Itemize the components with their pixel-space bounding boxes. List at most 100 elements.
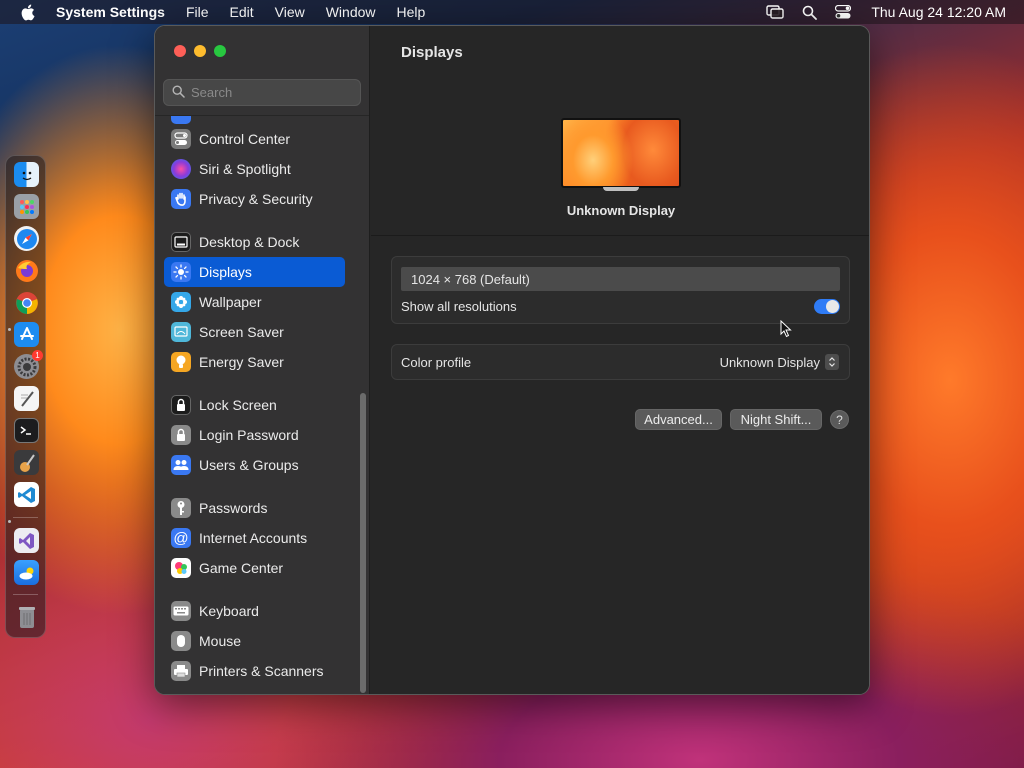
finder-icon[interactable] [14,162,39,187]
menu-view[interactable]: View [275,4,305,20]
siri-icon [171,159,191,179]
sidebar-item-wallpaper[interactable]: Wallpaper [164,287,345,317]
sidebar-item-printers-scanners[interactable]: Printers & Scanners [164,656,345,686]
menu-edit[interactable]: Edit [230,4,254,20]
sidebar-item-privacy-security[interactable]: Privacy & Security [164,184,345,214]
menu-window[interactable]: Window [326,4,376,20]
chrome-icon[interactable] [14,290,39,315]
system-settings-icon[interactable]: 1 [14,350,43,379]
sidebar-item-desktop-dock[interactable]: Desktop & Dock [164,227,345,257]
terminal-icon[interactable] [14,418,39,443]
sidebar-item-label: Login Password [199,427,299,443]
color-profile-group: Color profile Unknown Display [391,344,850,380]
sidebar-item-mouse[interactable]: Mouse [164,626,345,656]
displays-pane: Displays Unknown Display 1024 × 768 (Def… [371,26,869,694]
sidebar-item-siri-spotlight[interactable]: Siri & Spotlight [164,154,345,184]
search-icon [172,84,185,101]
sidebar-item-label: Wallpaper [199,294,262,310]
app-store-icon[interactable] [14,322,39,347]
dock-separator [13,594,38,595]
menu-bar-clock[interactable]: Thu Aug 24 12:20 AM [871,4,1006,20]
show-all-resolutions-toggle[interactable] [814,299,840,314]
firefox-icon[interactable] [14,258,39,283]
vscode-icon[interactable] [14,482,39,507]
resolution-group: 1024 × 768 (Default) Show all resolution… [391,256,850,324]
sidebar-item-internet-accounts[interactable]: @ Internet Accounts [164,523,345,553]
show-all-resolutions-label: Show all resolutions [401,299,517,314]
users-icon [171,455,191,475]
sidebar-item-label: Displays [199,264,252,280]
sidebar-item-users-groups[interactable]: Users & Groups [164,450,345,480]
apple-logo-icon[interactable] [20,3,38,21]
sidebar-item-label: Screen Saver [199,324,284,340]
sidebar-item-label: Game Center [199,560,284,576]
spotlight-search-icon[interactable] [802,5,818,20]
minimize-window-button[interactable] [194,45,206,57]
display-stand [603,187,639,191]
system-settings-window: Control Center Siri & Spotlight Privacy … [154,25,870,695]
display-thumbnail[interactable] [561,118,681,188]
sidebar-item-login-password[interactable]: Login Password [164,420,345,450]
key-icon [171,498,191,518]
menu-app-name[interactable]: System Settings [56,4,165,20]
control-center-icon [171,129,191,149]
sidebar-item-control-center[interactable]: Control Center [164,124,345,154]
menu-file[interactable]: File [186,4,209,20]
sidebar-row-icon [171,116,191,124]
instruments-guitar-icon[interactable] [14,450,39,475]
hand-icon [171,189,191,209]
sidebar-item-label: Privacy & Security [199,191,313,207]
safari-icon[interactable] [14,226,39,251]
mouse-pointer-icon [780,319,792,343]
sidebar: Control Center Siri & Spotlight Privacy … [155,26,370,694]
menu-bar: System Settings File Edit View Window He… [0,0,1024,24]
close-window-button[interactable] [174,45,186,57]
padlock-icon [171,425,191,445]
sidebar-item-label: Control Center [199,131,291,147]
resolution-option[interactable]: 1024 × 768 (Default) [401,267,840,291]
keyboard-icon [171,601,191,621]
visual-studio-icon[interactable] [14,528,39,553]
display-name: Unknown Display [566,203,676,218]
sidebar-item-lock-screen[interactable]: Lock Screen [164,390,345,420]
help-button[interactable]: ? [830,410,849,429]
sidebar-scrollbar[interactable] [360,393,366,693]
page-title: Displays [401,44,463,61]
zoom-window-button[interactable] [214,45,226,57]
sidebar-item-screen-saver[interactable]: Screen Saver [164,317,345,347]
launchpad-icon[interactable] [14,194,39,219]
advanced-button[interactable]: Advanced... [635,409,722,430]
mouse-icon [171,631,191,651]
menu-help[interactable]: Help [397,4,426,20]
bulb-icon [171,352,191,372]
screen-mirroring-icon[interactable] [766,5,785,19]
at-icon: @ [171,528,191,548]
printer-icon [171,661,191,681]
sidebar-item-passwords[interactable]: Passwords [164,493,345,523]
sidebar-search [163,79,361,106]
sun-icon [171,262,191,282]
popup-chevron-icon [825,354,839,370]
sidebar-item-keyboard[interactable]: Keyboard [164,596,345,626]
night-shift-button[interactable]: Night Shift... [730,409,822,430]
trash-icon[interactable] [14,604,39,629]
sidebar-item-label: Lock Screen [199,397,277,413]
dock-separator [13,517,38,518]
control-center-menu-icon[interactable] [835,5,852,19]
weather-icon[interactable] [14,560,39,585]
sidebar-item-label: Internet Accounts [199,530,308,546]
sidebar-item-game-center[interactable]: Game Center [164,553,345,583]
content-divider [371,235,869,236]
sidebar-item-displays[interactable]: Displays [164,257,345,287]
sidebar-item-label: Energy Saver [199,354,284,370]
window-controls [174,45,226,57]
screen-saver-icon [171,322,191,342]
textedit-icon[interactable] [14,386,39,411]
color-profile-popup[interactable]: Unknown Display [720,354,839,370]
sidebar-item-energy-saver[interactable]: Energy Saver [164,347,345,377]
sidebar-item-label: Passwords [199,500,268,516]
search-input[interactable] [191,85,351,100]
color-profile-label: Color profile [401,355,472,370]
desktop-dock-icon [171,232,191,252]
sidebar-item-label: Desktop & Dock [199,234,300,250]
